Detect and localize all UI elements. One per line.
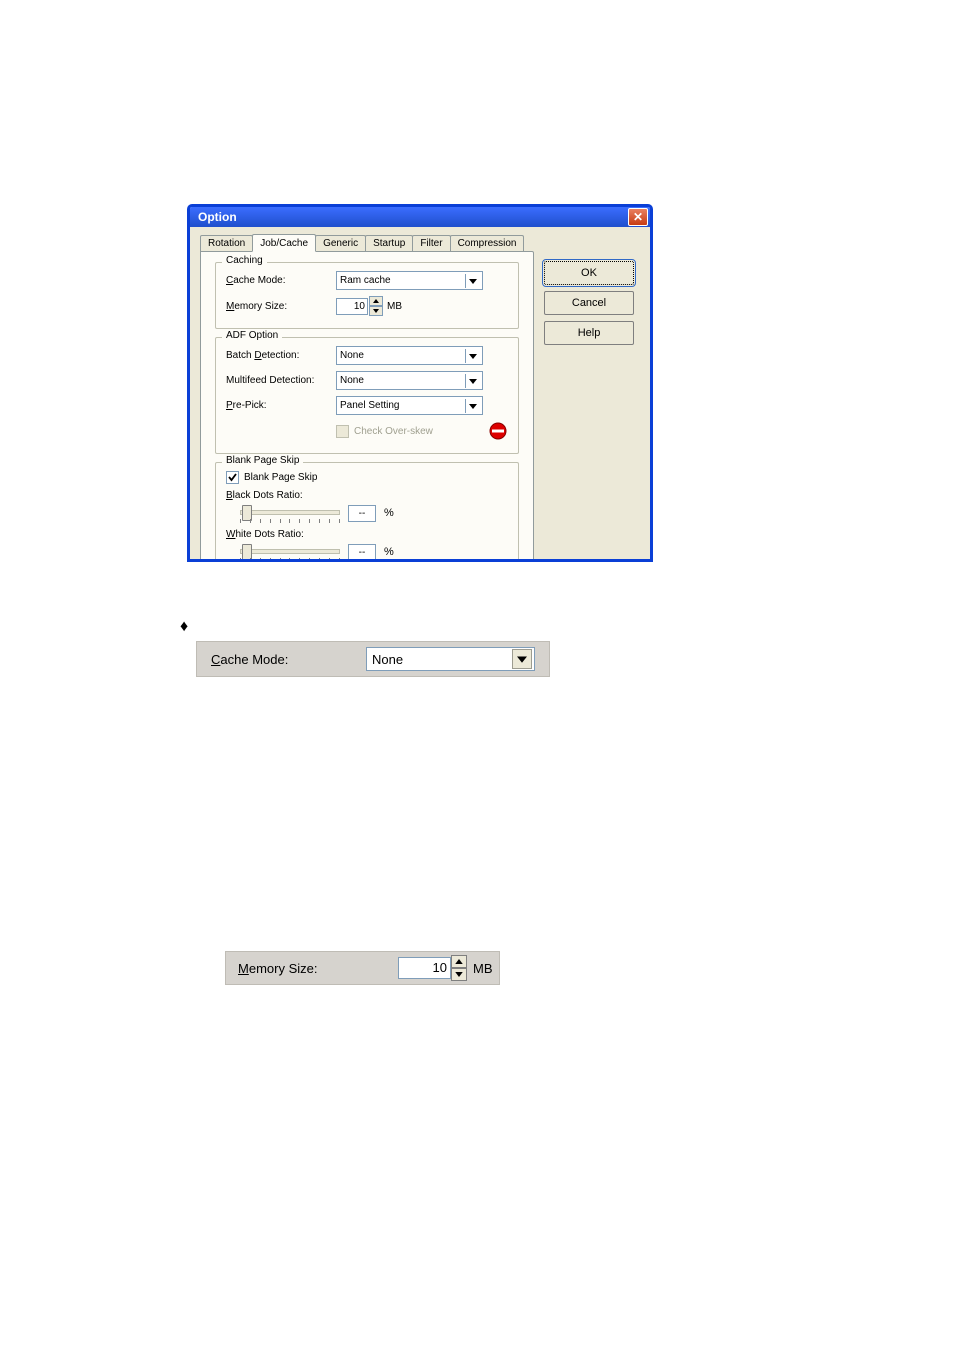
bullet-icon: ♦ <box>180 618 188 636</box>
spinner-down-icon[interactable] <box>369 306 383 316</box>
black-dots-label: Black Dots Ratio: <box>226 490 303 501</box>
batch-detection-label: Batch Detection: <box>226 350 336 361</box>
multifeed-value: None <box>340 375 364 386</box>
prepick-value: Panel Setting <box>340 400 400 411</box>
cache-mode-clip: Cache Mode: None <box>196 641 550 677</box>
memory-size-value[interactable]: 10 <box>336 298 368 315</box>
multifeed-label: Multifeed Detection: <box>226 375 336 386</box>
blank-page-title: Blank Page Skip <box>222 455 303 466</box>
memory-size-unit: MB <box>387 301 402 312</box>
caching-group: Caching Cache Mode: Ram cache Me <box>215 262 519 329</box>
white-dots-slider[interactable] <box>240 542 340 561</box>
batch-detection-value: None <box>340 350 364 361</box>
no-entry-icon <box>488 421 508 441</box>
cache-mode-clip-select[interactable]: None <box>366 647 535 671</box>
white-dots-value[interactable]: -- <box>348 544 376 561</box>
prepick-label: Pre-Pick: <box>226 400 336 411</box>
tab-job-cache[interactable]: Job/Cache <box>252 234 316 252</box>
tab-panel: Caching Cache Mode: Ram cache Me <box>200 251 534 561</box>
tab-startup[interactable]: Startup <box>365 235 413 251</box>
help-button[interactable]: Help <box>544 321 634 345</box>
batch-detection-select[interactable]: None <box>336 346 483 365</box>
tab-rotation[interactable]: Rotation <box>200 235 253 251</box>
adf-option-group: ADF Option Batch Detection: None Multife… <box>215 337 519 454</box>
cancel-button[interactable]: Cancel <box>544 291 634 315</box>
spinner-up-icon[interactable] <box>369 296 383 306</box>
blank-page-skip-checkbox[interactable]: Blank Page Skip <box>226 471 317 484</box>
option-dialog: Option ✕ Rotation Job/Cache Generic Star… <box>188 205 652 561</box>
white-dots-label: White Dots Ratio: <box>226 529 304 540</box>
check-overskew-checkbox: Check Over-skew <box>336 425 433 438</box>
black-dots-slider[interactable] <box>240 503 340 523</box>
caching-title: Caching <box>222 255 267 266</box>
chevron-down-icon <box>465 349 480 363</box>
adf-option-title: ADF Option <box>222 330 282 341</box>
blank-page-skip-label: Blank Page Skip <box>244 472 317 483</box>
black-dots-value[interactable]: -- <box>348 505 376 522</box>
memory-size-stepper[interactable]: 10 <box>336 296 383 316</box>
dialog-buttons: OK Cancel Help <box>544 227 650 559</box>
tab-compression[interactable]: Compression <box>450 235 525 251</box>
tab-filter[interactable]: Filter <box>412 235 450 251</box>
spinner-up-icon[interactable] <box>451 955 467 968</box>
memory-size-clip-unit: MB <box>473 961 493 976</box>
chevron-down-icon <box>512 649 532 669</box>
check-overskew-label: Check Over-skew <box>354 426 433 437</box>
cache-mode-clip-label: Cache Mode: <box>211 652 366 667</box>
memory-size-clip: Memory Size: 10 MB <box>225 951 500 985</box>
blank-page-group: Blank Page Skip Blank Page Skip Black Do… <box>215 462 519 561</box>
memory-size-clip-value[interactable]: 10 <box>398 957 451 979</box>
memory-size-clip-stepper[interactable]: 10 <box>398 955 467 981</box>
cache-mode-value: Ram cache <box>340 275 391 286</box>
chevron-down-icon <box>465 274 480 288</box>
chevron-down-icon <box>465 374 480 388</box>
ok-button[interactable]: OK <box>544 261 634 285</box>
white-dots-unit: % <box>384 546 394 558</box>
cache-mode-clip-value: None <box>372 652 403 667</box>
chevron-down-icon <box>465 399 480 413</box>
memory-size-label: Memory Size: <box>226 301 336 312</box>
titlebar[interactable]: Option ✕ <box>190 207 650 227</box>
prepick-select[interactable]: Panel Setting <box>336 396 483 415</box>
cache-mode-label: Cache Mode: <box>226 275 336 286</box>
tab-bar: Rotation Job/Cache Generic Startup Filte… <box>200 233 534 251</box>
black-dots-unit: % <box>384 507 394 519</box>
memory-size-clip-label: Memory Size: <box>238 961 398 976</box>
tab-generic[interactable]: Generic <box>315 235 366 251</box>
window-title: Option <box>198 210 237 224</box>
spinner-down-icon[interactable] <box>451 968 467 981</box>
cache-mode-select[interactable]: Ram cache <box>336 271 483 290</box>
close-icon[interactable]: ✕ <box>628 208 648 226</box>
multifeed-select[interactable]: None <box>336 371 483 390</box>
